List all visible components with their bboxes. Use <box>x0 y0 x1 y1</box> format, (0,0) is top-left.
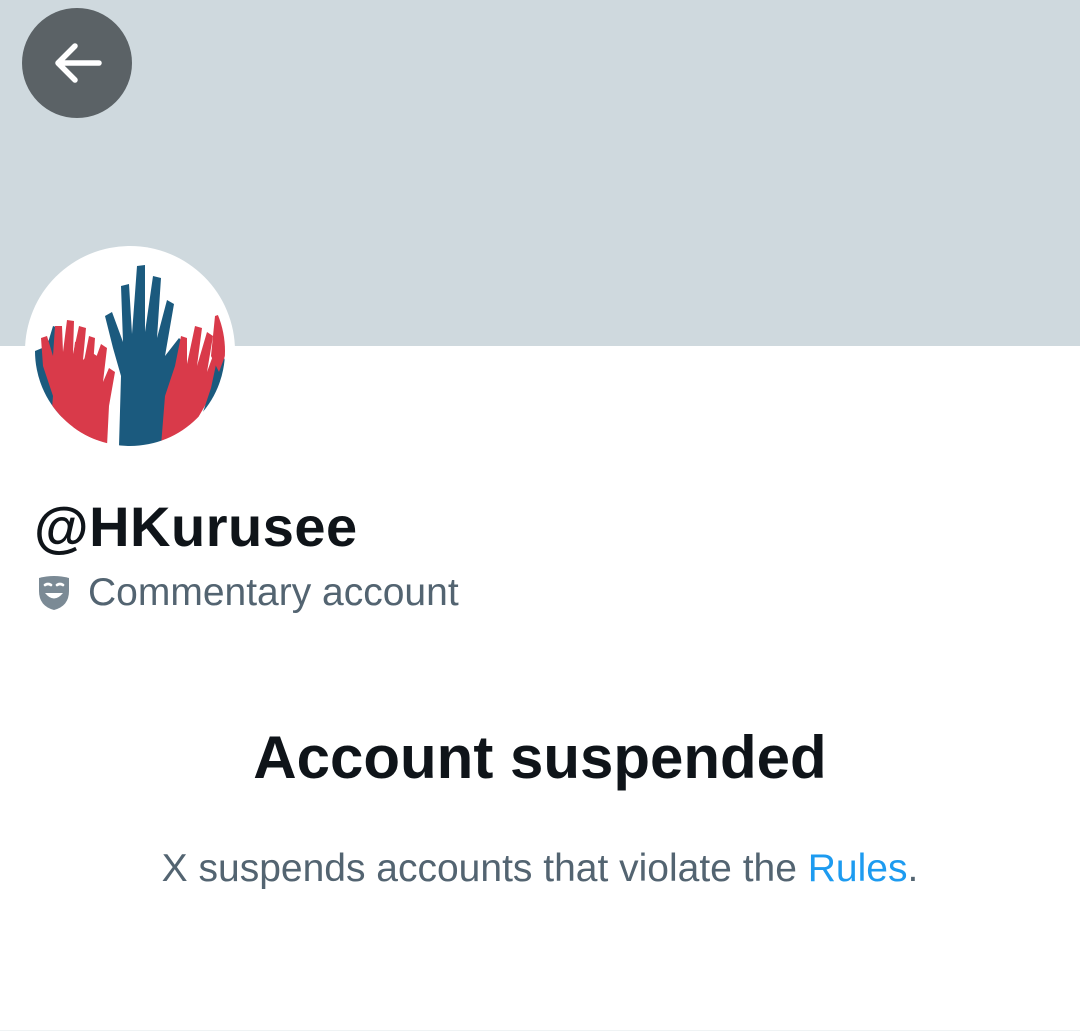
profile-handle: @HKurusee <box>34 495 358 558</box>
theater-mask-icon <box>36 573 72 613</box>
back-button[interactable] <box>22 8 132 118</box>
arrow-left-icon <box>55 43 102 83</box>
suspended-description-period: . <box>907 847 919 890</box>
suspended-description-text: X suspends accounts that violate the <box>161 847 808 890</box>
suspended-description: X suspends accounts that violate the Rul… <box>0 844 1080 894</box>
raised-hands-icon <box>35 256 225 446</box>
account-label: Commentary account <box>36 568 459 618</box>
profile-page: @HKurusee Commentary account Account sus… <box>0 0 1080 1034</box>
divider <box>0 1030 1080 1031</box>
avatar[interactable] <box>35 256 225 446</box>
account-label-text: Commentary account <box>88 571 459 614</box>
suspended-title: Account suspended <box>253 724 827 791</box>
rules-link[interactable]: Rules <box>808 847 908 890</box>
